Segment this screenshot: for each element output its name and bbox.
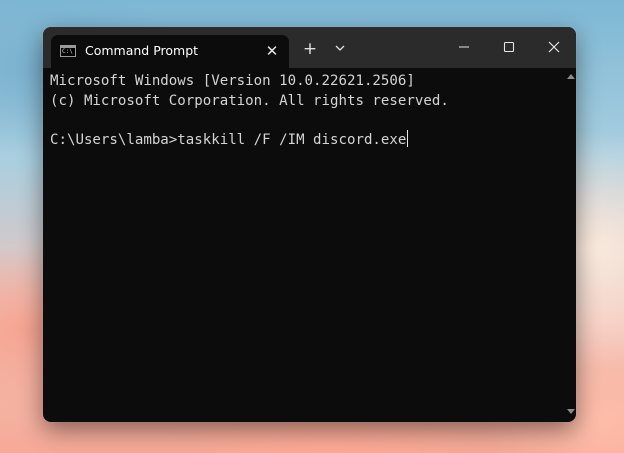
- title-bar[interactable]: C:\ Command Prompt ✕ +: [43, 27, 576, 68]
- close-icon: [548, 41, 560, 53]
- text-cursor: [407, 130, 409, 147]
- console-line: (c) Microsoft Corporation. All rights re…: [50, 93, 449, 109]
- tab-close-button[interactable]: ✕: [261, 40, 283, 62]
- chevron-down-icon: [335, 45, 345, 51]
- command-text: C:\Users\lamba>taskkill /F /IM discord.e…: [50, 132, 407, 148]
- close-window-button[interactable]: [539, 35, 569, 59]
- close-icon: ✕: [265, 42, 279, 60]
- new-tab-button[interactable]: +: [300, 39, 320, 59]
- minimize-icon: [459, 46, 469, 48]
- scroll-down-arrow-icon[interactable]: [567, 409, 575, 414]
- tab-dropdown-button[interactable]: [332, 39, 350, 59]
- terminal-window: C:\ Command Prompt ✕ + Microsoft Windows…: [43, 27, 576, 422]
- maximize-button[interactable]: [494, 35, 524, 59]
- tab-title: Command Prompt: [85, 43, 199, 58]
- scrollbar[interactable]: [564, 68, 576, 422]
- scroll-up-arrow-icon[interactable]: [567, 74, 575, 79]
- command-line[interactable]: C:\Users\lamba>taskkill /F /IM discord.e…: [50, 130, 409, 148]
- console-output[interactable]: Microsoft Windows [Version 10.0.22621.25…: [43, 68, 576, 422]
- maximize-icon: [503, 41, 515, 53]
- tab-command-prompt[interactable]: C:\ Command Prompt ✕: [51, 35, 289, 68]
- plus-icon: +: [302, 39, 318, 59]
- command-prompt-icon: C:\: [60, 45, 76, 57]
- console-line: Microsoft Windows [Version 10.0.22621.25…: [50, 73, 415, 89]
- minimize-button[interactable]: [449, 35, 479, 59]
